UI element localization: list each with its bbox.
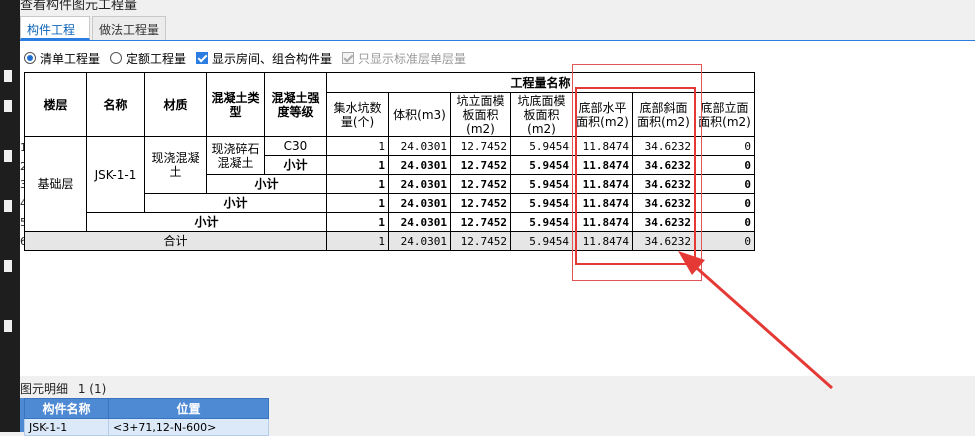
detail-count: 1 (1) xyxy=(77,382,107,396)
header-component-name[interactable]: 构件名称 xyxy=(24,398,109,419)
table-row[interactable]: JSK-1-1 <3+71,12-N-600> xyxy=(24,418,269,436)
header-position[interactable]: 位置 xyxy=(108,398,269,419)
detail-header: 图元明细 1 (1) xyxy=(20,376,975,396)
detail-table: 构件名称 位置 JSK-1-1 <3+71,12-N-600> xyxy=(24,398,269,436)
detail-label: 图元明细 xyxy=(20,382,69,396)
annotation-arrow-icon xyxy=(678,251,833,390)
cell-position: <3+71,12-N-600> xyxy=(108,418,269,436)
detail-header-row: 构件名称 位置 xyxy=(24,398,269,419)
cell-component: JSK-1-1 xyxy=(24,418,109,436)
